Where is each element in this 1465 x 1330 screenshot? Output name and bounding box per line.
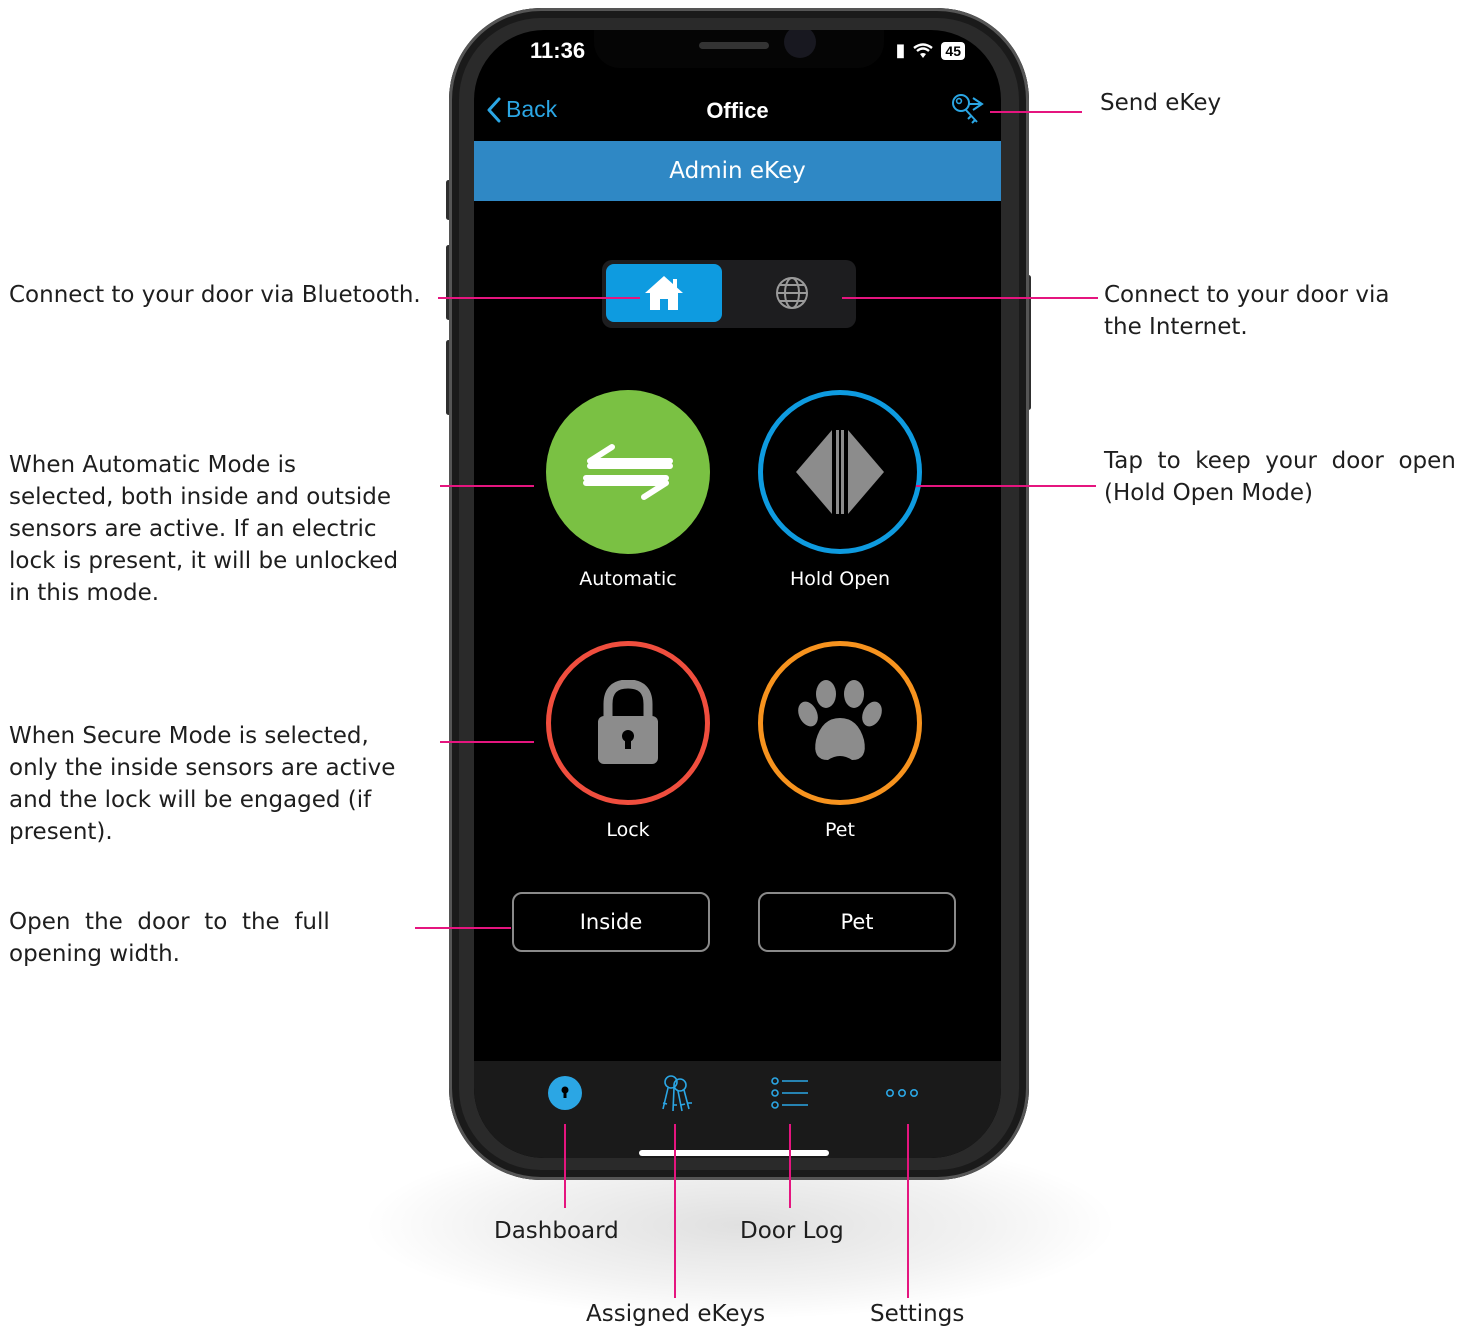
status-icons: ▮ 45: [896, 40, 965, 61]
internet-annotation-line1: Connect to your door via: [1104, 282, 1390, 308]
keys-icon: [662, 1075, 692, 1112]
door-log-annotation: Door Log: [740, 1218, 844, 1244]
settings-annotation: Settings: [870, 1301, 965, 1327]
ekey-banner: Admin eKey: [474, 141, 1001, 201]
automatic-mode-label: Automatic: [579, 568, 677, 590]
hold-open-annotation-line2: (Hold Open Mode): [1104, 480, 1314, 506]
settings-callout-line: [907, 1124, 909, 1298]
secure-annotation-line1: When Secure Mode is selected,: [9, 723, 369, 749]
battery-icon: 45: [941, 41, 965, 60]
notch: [594, 30, 884, 68]
inside-annotation-line2: opening width.: [9, 941, 180, 967]
secure-callout-line: [440, 741, 534, 743]
hold-open-annotation-line1: Tap to keep your door open: [1104, 448, 1456, 474]
navigation-bar: Back Office: [474, 88, 1001, 134]
home-indicator: [639, 1150, 829, 1156]
assigned-ekeys-callout-line: [674, 1124, 676, 1298]
inside-open-button[interactable]: Inside: [512, 892, 710, 952]
internet-annotation-line2: the Internet.: [1104, 314, 1248, 340]
secure-annotation-line4: present).: [9, 819, 113, 845]
internet-connect-button[interactable]: [734, 264, 850, 322]
tab-settings[interactable]: [872, 1073, 932, 1113]
dashboard-annotation: Dashboard: [494, 1218, 619, 1244]
door-open-icon: [796, 430, 884, 514]
door-log-callout-line: [789, 1124, 791, 1208]
app-screen: 11:36 ▮ 45 Back Office Admin eKey Automa…: [474, 30, 1001, 1158]
automatic-annotation-line2: selected, both inside and outside: [9, 484, 392, 510]
inside-annotation-line1: Open the door to the full: [9, 909, 330, 935]
list-icon: [771, 1077, 808, 1109]
hold-open-mode-label: Hold Open: [789, 568, 891, 590]
automatic-mode-button[interactable]: [546, 390, 710, 554]
internet-callout-line: [842, 297, 1098, 299]
secure-annotation-line2: only the inside sensors are active: [9, 755, 396, 781]
bluetooth-annotation: Connect to your door via Bluetooth.: [9, 282, 421, 308]
inside-callout-line: [415, 927, 511, 929]
automatic-annotation-line3: sensors are active. If an electric: [9, 516, 377, 542]
send-ekey-icon[interactable]: [949, 92, 985, 128]
bluetooth-connect-button[interactable]: [606, 264, 722, 322]
lock-mode-button[interactable]: [546, 641, 710, 805]
tab-dashboard[interactable]: [535, 1073, 595, 1113]
automatic-annotation-line4: lock is present, it will be unlocked: [9, 548, 399, 574]
send-ekey-callout-line: [990, 111, 1082, 113]
globe-icon: [776, 277, 808, 309]
more-icon: [885, 1088, 918, 1098]
secure-annotation-line3: and the lock will be engaged (if: [9, 787, 372, 813]
front-camera: [784, 30, 816, 58]
pet-mode-label: Pet: [825, 819, 855, 841]
tab-door-log[interactable]: [760, 1073, 820, 1113]
pet-open-button[interactable]: Pet: [758, 892, 956, 952]
hold-open-callout-line: [916, 485, 1096, 487]
lock-mode-label: Lock: [606, 819, 650, 841]
dashboard-icon: [548, 1076, 582, 1110]
automatic-callout-line: [440, 485, 534, 487]
signal-icon: ▮: [895, 40, 906, 60]
assigned-ekeys-annotation: Assigned eKeys: [586, 1301, 766, 1327]
dashboard-callout-line: [564, 1124, 566, 1208]
paw-icon: [798, 680, 882, 760]
connection-toggle: [602, 260, 856, 328]
tab-bar: [474, 1061, 1001, 1158]
home-icon: [645, 276, 683, 310]
pet-mode-button[interactable]: [758, 641, 922, 805]
hold-open-mode-button[interactable]: [758, 390, 922, 554]
speaker: [699, 42, 769, 49]
automatic-annotation-line5: in this mode.: [9, 580, 160, 606]
padlock-icon: [598, 680, 658, 764]
wifi-icon: [913, 42, 934, 58]
bluetooth-callout-line: [438, 297, 640, 299]
automatic-annotation-line1: When Automatic Mode is: [9, 452, 296, 478]
status-time: 11:36: [530, 38, 586, 63]
send-ekey-annotation: Send eKey: [1100, 90, 1222, 116]
tab-assigned-ekeys[interactable]: [645, 1073, 705, 1113]
page-title: Office: [706, 98, 769, 123]
swap-arrows-icon: [583, 444, 673, 500]
